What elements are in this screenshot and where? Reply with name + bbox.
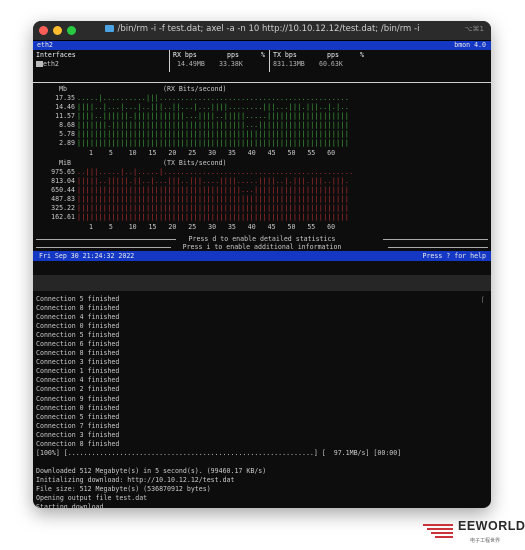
log-line: Connection 4 finished	[36, 313, 120, 322]
tx-bar-row: ||||||||||||||||||||||||||||||||||||||||…	[77, 204, 350, 212]
log-line: Connection 6 finished	[36, 340, 120, 349]
tx-graph: MiB (TX Bits/second) 975.65 813.04 650.44 4…	[33, 159, 491, 239]
rx-bar-row: .....|..........|||.....................…	[77, 94, 350, 102]
log-line: Connection 0 finished	[36, 322, 120, 331]
log-line: Connection 5 finished	[36, 412, 120, 421]
terminal-window: /bin/rm -i -f test.dat; axel -a -n 10 ht…	[33, 21, 491, 508]
tx-y-label: 650.44	[51, 186, 75, 194]
log-line: Connection 5 finished	[36, 331, 120, 340]
interface-name: eth2	[43, 60, 59, 68]
tx-x-axis: 1 5 10 15 20 25 30 35 40 45 50 55 60	[89, 223, 336, 231]
interface-table: Interfaces RX bps pps % TX bps pps % eth…	[33, 50, 491, 82]
rx-graph-unit: Mb	[59, 85, 67, 93]
log-line: Connection 8 finished	[36, 439, 120, 448]
log-line: Connection 8 finished	[36, 304, 120, 313]
tx-bar-row: ||||||||||||||||||||||||||||||||||||||||…	[77, 195, 350, 203]
hint-additional-info: Press i to enable additional information	[182, 243, 342, 251]
log-line: Connection 4 finished	[36, 376, 120, 385]
rx-y-label: 2.89	[59, 139, 75, 147]
current-interface: eth2	[37, 41, 53, 49]
axel-output: Connection 5 finished Connection 8 finish…	[36, 295, 488, 508]
watermark-subtitle: 电子工程世界	[470, 538, 501, 544]
rx-graph: Mb (RX Bits/second) 17.35 14.46 11.57 8.68 5…	[33, 85, 491, 165]
rx-pps-header: pps	[227, 51, 239, 59]
rx-bar-row: ||||..|...|...|..|||..||...|...||||.....…	[77, 103, 350, 111]
rx-pct-header: %	[261, 51, 265, 59]
window-title-text: /bin/rm -i -f test.dat; axel -a -n 10 ht…	[117, 24, 420, 34]
status-datetime: Fri Sep 30 21:24:32 2022	[39, 252, 135, 260]
rx-bps-value: 14.49MB	[177, 60, 205, 68]
pane-divider	[33, 275, 491, 291]
log-line: File size: 512 Megabyte(s) (536870912 by…	[36, 484, 211, 493]
log-line: Downloaded 512 Megabyte(s) in 5 second(s…	[36, 466, 267, 475]
tx-y-label: 975.65	[51, 168, 75, 176]
tx-y-label: 813.04	[51, 177, 75, 185]
log-line: Connection 7 finished	[36, 421, 120, 430]
hint-detailed-stats: Press d to enable detailed statistics	[188, 235, 336, 243]
rx-y-label: 14.46	[55, 103, 75, 111]
watermark-brand: EEWORLD	[458, 519, 525, 533]
tx-pps-header: pps	[327, 51, 339, 59]
tx-y-label: 162.61	[51, 213, 75, 221]
title-bar: /bin/rm -i -f test.dat; axel -a -n 10 ht…	[33, 21, 491, 41]
help-hint[interactable]: Press ? for help	[422, 252, 486, 260]
log-line: Initializing download: http://10.10.12.1…	[36, 475, 235, 484]
rx-x-axis: 1 5 10 15 20 25 30 35 40 45 50 55 60	[89, 149, 336, 157]
tx-pct-header: %	[360, 51, 364, 59]
folder-icon	[104, 25, 114, 32]
rx-bar-row: ||||..||||||.||||||||||||...||||..|||||.…	[77, 112, 350, 120]
log-line: Connection 0 finished	[36, 403, 120, 412]
log-line: Connection 3 finished	[36, 358, 120, 367]
rx-bar-row: ||||||||||||||||||||||||||||||||||||||||…	[77, 130, 350, 138]
log-line: Connection 9 finished	[36, 394, 120, 403]
tx-graph-title: (TX Bits/second)	[163, 159, 227, 167]
log-line: Starting download	[36, 503, 104, 508]
rx-y-label: 11.57	[55, 112, 75, 120]
tx-bps-header: TX bps	[273, 51, 297, 59]
rx-graph-title: (RX Bits/second)	[163, 85, 227, 93]
tx-bar-row: ||||||||||||||||||||||||||||||||||||||..…	[77, 186, 350, 194]
log-line: Connection 2 finished	[36, 385, 120, 394]
tx-y-label: 487.83	[51, 195, 75, 203]
tx-pps-value: 60.63K	[319, 60, 343, 68]
separator	[33, 82, 491, 83]
tx-graph-unit: MiB	[59, 159, 71, 167]
tx-y-label: 325.22	[51, 204, 75, 212]
tx-bar-row: ||||||||||||||||||||||||||||||||||||||||…	[77, 213, 350, 221]
bmon-version: bmon 4.0	[454, 41, 486, 49]
status-bar: Fri Sep 30 21:24:32 2022 Press ? for hel…	[33, 251, 491, 261]
tx-bar-row: ..|||.....|..|.....|....................…	[77, 168, 354, 176]
rx-y-label: 17.35	[55, 94, 75, 102]
rx-bar-row: |||||||.|||||||||||||||||||||||||||||||.…	[77, 121, 350, 129]
log-line: Connection 1 finished	[36, 367, 120, 376]
window-shortcut: ⌥⌘1	[464, 25, 484, 33]
tx-bar-row: |||||..|||||.||..|...|||..|||....||||...…	[77, 177, 350, 185]
interfaces-header: Interfaces	[36, 51, 76, 59]
bmon-panel: eth2 bmon 4.0 Interfaces RX bps pps % TX…	[33, 41, 491, 281]
rx-pps-value: 33.38K	[219, 60, 243, 68]
log-line: Connection 3 finished	[36, 430, 120, 439]
bmon-top-bar: eth2 bmon 4.0	[33, 41, 491, 50]
log-line: Connection 8 finished	[36, 349, 120, 358]
tx-bps-value: 831.13MB	[273, 60, 305, 68]
selection-marker	[36, 61, 43, 67]
rx-bps-header: RX bps	[173, 51, 197, 59]
interface-row-eth2[interactable]: eth2	[36, 60, 59, 68]
log-line: [100%] [................................…	[36, 448, 402, 457]
log-line: Connection 5 finished	[36, 295, 120, 303]
rx-y-label: 5.78	[59, 130, 75, 138]
log-line: Opening output file test.dat	[36, 494, 148, 503]
rx-y-label: 8.68	[59, 121, 75, 129]
rx-bar-row: ||||||||||||||||||||||||||||||||||||||||…	[77, 139, 350, 147]
window-title: /bin/rm -i -f test.dat; axel -a -n 10 ht…	[33, 24, 491, 34]
